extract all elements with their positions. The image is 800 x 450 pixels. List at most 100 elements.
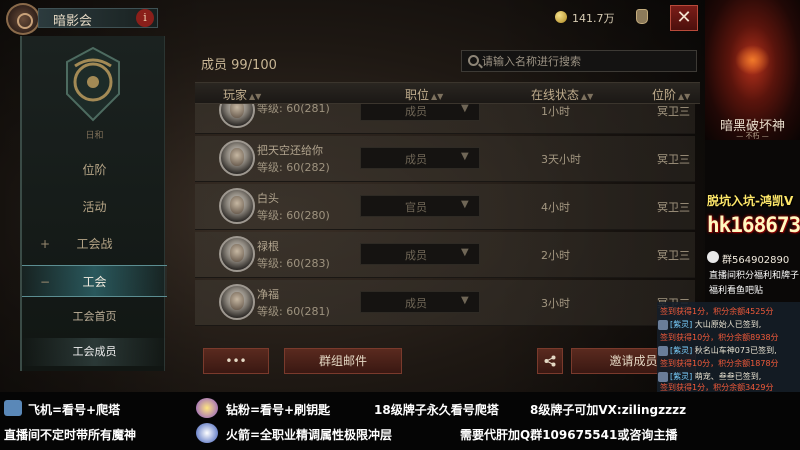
player-level: 等级: 60(281) xyxy=(257,104,330,115)
nav-item-label: 工会战 xyxy=(76,237,113,251)
avatar xyxy=(219,236,255,272)
player-name: 净福 xyxy=(257,288,279,301)
table-row[interactable]: 净福 等级: 60(281) 成员 ▼ 3小时 冥卫三 xyxy=(195,280,695,326)
chat-tag: [紫灵] xyxy=(670,320,693,329)
chat-text: 已签到, xyxy=(750,346,777,355)
role-select[interactable]: 成员 ▼ xyxy=(360,104,480,121)
qq-group-number: 群564902890 xyxy=(722,255,790,266)
chevron-down-icon: ▼ xyxy=(461,199,469,210)
nav-item-label: 工会 xyxy=(82,275,107,289)
guild-emblem-icon xyxy=(66,46,120,122)
subnav-guild-home[interactable]: 工会首页 xyxy=(22,303,167,331)
guild-sidebar: 日和 位阶 活动 + 工会战 − 工会 工会首页 工会成员 xyxy=(20,36,167,371)
player-level: 等级: 60(280) xyxy=(257,209,330,222)
close-button[interactable]: ✕ xyxy=(670,5,698,31)
promo-text: 8级牌子可加VX:zilingzzzz xyxy=(530,403,687,417)
sort-icon: ▲▼ xyxy=(249,92,262,101)
nav-item-guild-war[interactable]: + 工会战 xyxy=(22,228,167,260)
promo-contact-id: hk168673 xyxy=(707,213,800,237)
nav-item-label: 活动 xyxy=(82,200,107,214)
column-label: 在线状态 xyxy=(531,88,580,102)
column-header-position[interactable]: 位阶 ▲▼ xyxy=(652,86,690,103)
share-button[interactable] xyxy=(537,348,563,374)
chevron-down-icon: ▼ xyxy=(461,247,469,258)
column-header-status[interactable]: 在线状态 ▲▼ xyxy=(531,86,593,103)
online-status: 2小时 xyxy=(541,249,570,262)
promo-text: 钻粉=看号+刷钥匙 xyxy=(226,403,331,417)
player-level: 等级: 60(281) xyxy=(257,305,330,318)
emblem-caption: 日和 xyxy=(85,131,104,141)
promo-text: 脱坑入坑-鸿凯V xyxy=(707,194,794,208)
promo-text: 需要代肝加Q群109675541或咨询主播 xyxy=(460,428,678,442)
guild-title: 暗影会 xyxy=(53,14,93,29)
search-input[interactable] xyxy=(482,53,692,69)
table-row[interactable]: 等级: 60(281) 成员 ▼ 1小时 冥卫三 xyxy=(195,104,695,134)
promo-text: 18级牌子永久看号爬塔 xyxy=(374,403,499,417)
chat-line: [紫灵] 秋名山车神073已签到, xyxy=(670,345,777,356)
role-select[interactable]: 成员 ▼ xyxy=(360,243,480,265)
bag-icon[interactable] xyxy=(636,9,648,24)
nav-item-rank[interactable]: 位阶 xyxy=(22,154,167,186)
table-row[interactable]: 禄根 等级: 60(283) 成员 ▼ 2小时 冥卫三 xyxy=(195,232,695,278)
top-bar: 暗影会 i 141.7万 ✕ xyxy=(0,0,705,38)
chat-tag: [紫灵] xyxy=(670,372,693,381)
online-status: 3天小时 xyxy=(541,153,581,166)
player-name: 白头 xyxy=(257,192,279,205)
subnav-guild-members[interactable]: 工会成员 xyxy=(22,338,167,366)
game-logo-subtitle: — 不朽 — xyxy=(736,132,769,140)
rocket-icon xyxy=(196,423,218,443)
currency-amount: 141.7万 xyxy=(572,12,615,25)
player-rank: 冥卫三 xyxy=(657,153,690,166)
chat-line: 签到获得10分，积分余额1878分 xyxy=(660,359,779,368)
column-label: 位阶 xyxy=(652,88,677,102)
online-status: 3小时 xyxy=(541,297,570,310)
role-select[interactable]: 官员 ▼ xyxy=(360,195,480,217)
player-rank: 冥卫三 xyxy=(657,249,690,262)
chat-line: [紫灵] 萌宠、叁叁已签到, xyxy=(670,371,761,382)
member-panel: 成员 99/100 玩家▲▼ 职位▲▼ 在线状态▲▼ 位阶▲▼ 等级: 60(2… xyxy=(195,46,700,376)
collapse-icon: − xyxy=(40,275,51,289)
nav-item-activity[interactable]: 活动 xyxy=(22,191,167,223)
role-value: 成员 xyxy=(405,297,427,310)
column-header-role[interactable]: 职位 ▲▼ xyxy=(405,86,443,103)
avatar xyxy=(219,104,255,128)
table-row[interactable]: 把天空还给你 等级: 60(282) 成员 ▼ 3天小时 冥卫三 xyxy=(195,136,695,182)
player-rank: 冥卫三 xyxy=(657,201,690,214)
table-row[interactable]: 白头 等级: 60(280) 官员 ▼ 4小时 冥卫三 xyxy=(195,184,695,230)
sort-icon: ▲▼ xyxy=(581,92,594,101)
online-status: 4小时 xyxy=(541,201,570,214)
chevron-down-icon: ▼ xyxy=(461,151,469,162)
chat-user: 萌宠、叁叁 xyxy=(694,372,735,381)
role-select[interactable]: 成员 ▼ xyxy=(360,147,480,169)
expand-icon: + xyxy=(40,237,51,251)
promo-text: 直播间不定时带所有魔神 xyxy=(4,428,137,442)
promo-text: 飞机=看号+爬塔 xyxy=(28,403,121,417)
chat-text: 已签到, xyxy=(734,320,762,329)
avatar xyxy=(219,140,255,176)
role-select[interactable]: 成员 ▼ xyxy=(360,291,480,313)
chat-line: [紫灵] 大山原始人已签到, xyxy=(670,319,761,330)
nav-item-guild[interactable]: − 工会 xyxy=(22,265,167,297)
stream-bottom-bar: 飞机=看号+爬塔 钻粉=看号+刷钥匙 18级牌子永久看号爬塔 8级牌子可加VX:… xyxy=(0,392,800,450)
info-icon[interactable]: i xyxy=(136,9,154,27)
subnav-label: 工会首页 xyxy=(72,310,117,323)
chat-line: 签到获得10分，积分余额8938分 xyxy=(660,333,779,342)
chevron-down-icon: ▼ xyxy=(461,295,469,306)
search-box xyxy=(461,50,697,72)
promo-text: 火箭=全职业精调属性极限冲层 xyxy=(226,428,393,442)
player-level: 等级: 60(282) xyxy=(257,161,330,174)
share-icon xyxy=(544,355,556,367)
group-mail-button[interactable]: 群组邮件 xyxy=(284,348,402,374)
role-value: 成员 xyxy=(405,153,427,166)
chat-line: 签到获得1分，积分余额4525分 xyxy=(660,307,774,316)
chat-text: 已签到, xyxy=(734,372,762,381)
role-value: 成员 xyxy=(405,249,427,262)
sort-icon: ▲▼ xyxy=(678,92,691,101)
avatar xyxy=(219,188,255,224)
more-button[interactable]: ••• xyxy=(203,348,269,374)
promo-text: 直播间积分福利和牌子福利看鱼吧贴 xyxy=(709,271,800,296)
column-label: 玩家 xyxy=(223,88,248,102)
player-level: 等级: 60(283) xyxy=(257,257,330,270)
column-header-player[interactable]: 玩家 ▲▼ xyxy=(223,86,261,103)
online-status: 1小时 xyxy=(541,105,570,118)
